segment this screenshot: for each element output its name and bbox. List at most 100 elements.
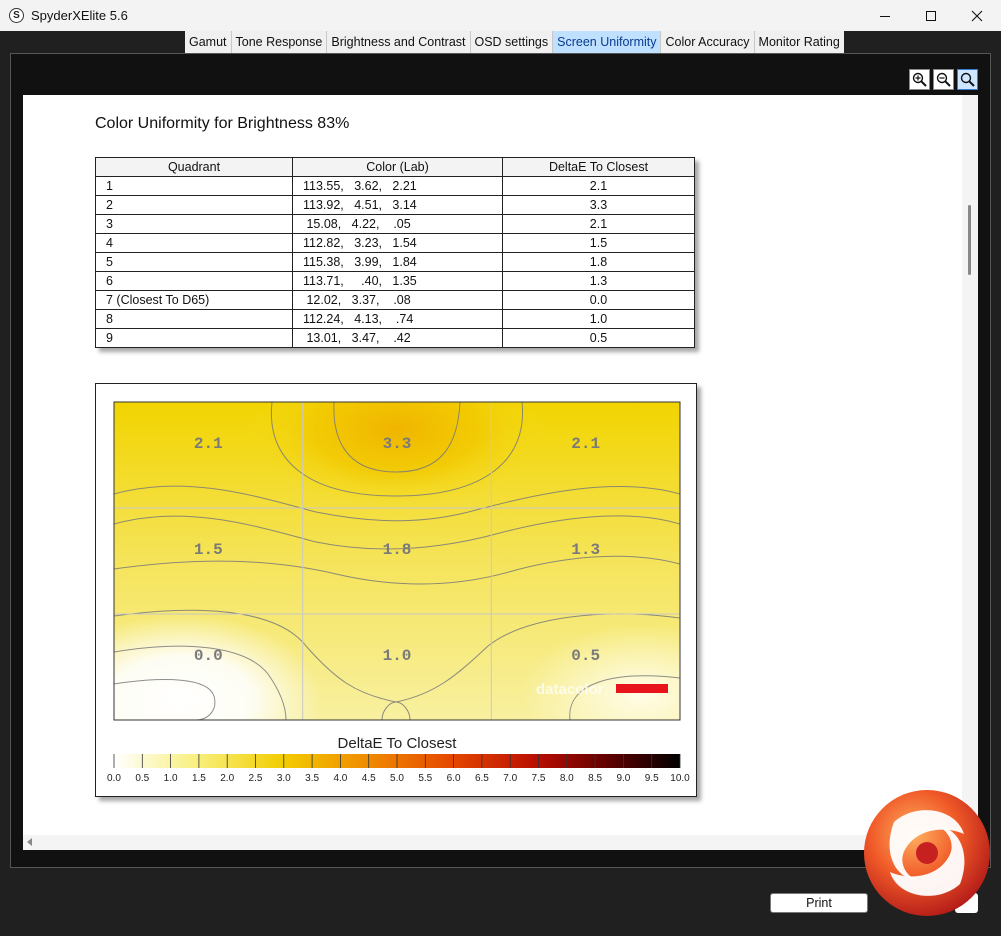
publication-logo bbox=[864, 790, 990, 916]
zoom-out-icon bbox=[936, 72, 951, 87]
table-header-row: Quadrant Color (Lab) DeltaE To Closest bbox=[95, 157, 695, 177]
colorbar-tick-label: 5.0 bbox=[390, 773, 404, 784]
zoom-fit-icon bbox=[960, 72, 975, 87]
quadrant-value-label: 1.0 bbox=[383, 647, 412, 665]
table-row: 6 113.71, .40, 1.35 1.3 bbox=[95, 271, 695, 291]
tab-color-accuracy[interactable]: Color Accuracy bbox=[661, 31, 755, 53]
deltae-cell: 2.1 bbox=[502, 214, 695, 234]
datacolor-watermark: datacolor bbox=[536, 681, 604, 698]
quadrant-value-label: 1.3 bbox=[571, 541, 600, 559]
quadrant-value-label: 1.8 bbox=[383, 541, 412, 559]
tab-osd-settings[interactable]: OSD settings bbox=[470, 31, 554, 53]
color-lab-cell: 115.38, 3.99, 1.84 bbox=[292, 252, 503, 272]
colorbar-tick-label: 1.0 bbox=[164, 773, 178, 784]
tab-gamut[interactable]: Gamut bbox=[185, 31, 232, 53]
close-icon bbox=[971, 10, 983, 21]
app-logo-icon: S bbox=[9, 8, 24, 23]
vertical-scroll-thumb[interactable] bbox=[968, 205, 971, 275]
color-lab-cell: 12.02, 3.37, .08 bbox=[292, 290, 503, 310]
report-tabs: Gamut Tone Response Brightness and Contr… bbox=[185, 31, 844, 53]
quadrant-cell: 9 bbox=[95, 328, 293, 348]
color-lab-cell: 113.55, 3.62, 2.21 bbox=[292, 176, 503, 196]
tab-brightness-contrast[interactable]: Brightness and Contrast bbox=[327, 31, 471, 53]
table-row: 5 115.38, 3.99, 1.84 1.8 bbox=[95, 252, 695, 272]
print-button[interactable]: Print bbox=[770, 893, 868, 913]
zoom-in-icon bbox=[912, 72, 927, 87]
zoom-toolbar bbox=[909, 69, 978, 90]
zoom-in-button[interactable] bbox=[909, 69, 930, 90]
colorbar-tick-label: 5.5 bbox=[418, 773, 432, 784]
zoom-out-button[interactable] bbox=[933, 69, 954, 90]
tab-screen-uniformity[interactable]: Screen Uniformity bbox=[553, 31, 662, 53]
quadrant-value-label: 3.3 bbox=[383, 435, 412, 453]
tab-monitor-rating[interactable]: Monitor Rating bbox=[754, 31, 844, 53]
datacolor-brand-bar bbox=[616, 684, 668, 693]
deltae-cell: 0.0 bbox=[502, 290, 695, 310]
colorbar-tick-label: 7.0 bbox=[503, 773, 517, 784]
close-button[interactable] bbox=[954, 0, 1000, 31]
column-header-deltae: DeltaE To Closest bbox=[502, 157, 695, 177]
deltae-cell: 1.5 bbox=[502, 233, 695, 253]
quadrant-cell: 4 bbox=[95, 233, 293, 253]
quadrant-value-label: 0.0 bbox=[194, 647, 223, 665]
deltae-cell: 1.0 bbox=[502, 309, 695, 329]
color-lab-cell: 13.01, 3.47, .42 bbox=[292, 328, 503, 348]
colorbar-tick-label: 6.5 bbox=[475, 773, 489, 784]
colorbar-tick-label: 0.5 bbox=[135, 773, 149, 784]
quadrant-cell: 2 bbox=[95, 195, 293, 215]
color-lab-cell: 112.82, 3.23, 1.54 bbox=[292, 233, 503, 253]
quadrant-cell: 1 bbox=[95, 176, 293, 196]
quadrant-cell: 7 (Closest To D65) bbox=[95, 290, 293, 310]
table-row: 1 113.55, 3.62, 2.21 2.1 bbox=[95, 176, 695, 196]
deltae-cell: 0.5 bbox=[502, 328, 695, 348]
colorbar-tick-label: 9.0 bbox=[616, 773, 630, 784]
colorbar-tick-label: 8.5 bbox=[588, 773, 602, 784]
colorbar-title: DeltaE To Closest bbox=[338, 735, 458, 752]
quadrant-cell: 6 bbox=[95, 271, 293, 291]
title-bar: S SpyderXElite 5.6 bbox=[0, 0, 1001, 31]
deltae-cell: 1.8 bbox=[502, 252, 695, 272]
tab-tone-response[interactable]: Tone Response bbox=[231, 31, 328, 53]
colorbar-tick-label: 4.5 bbox=[362, 773, 376, 784]
uniformity-table: Quadrant Color (Lab) DeltaE To Closest 1… bbox=[95, 157, 695, 348]
colorbar-tick-label: 8.0 bbox=[560, 773, 574, 784]
color-lab-cell: 112.24, 4.13, .74 bbox=[292, 309, 503, 329]
colorbar-tick-label: 3.5 bbox=[305, 773, 319, 784]
window-title: SpyderXElite 5.6 bbox=[31, 8, 128, 23]
table-row: 4 112.82, 3.23, 1.54 1.5 bbox=[95, 233, 695, 253]
deltae-cell: 2.1 bbox=[502, 176, 695, 196]
quadrant-cell: 8 bbox=[95, 309, 293, 329]
uniformity-heatmap: datacolor 2.1 3.3 2.1 1.5 1.8 1.3 0.0 1.0 0.5 De… bbox=[107, 401, 690, 784]
colorbar-tick-label: 7.5 bbox=[532, 773, 546, 784]
colorbar-tick-label: 2.5 bbox=[249, 773, 263, 784]
table-row: 9 13.01, 3.47, .42 0.5 bbox=[95, 328, 695, 348]
column-header-quadrant: Quadrant bbox=[95, 157, 293, 177]
color-lab-cell: 113.71, .40, 1.35 bbox=[292, 271, 503, 291]
colorbar-tick-label: 6.0 bbox=[447, 773, 461, 784]
quadrant-value-label: 1.5 bbox=[194, 541, 223, 559]
colorbar-tick-label: 3.0 bbox=[277, 773, 291, 784]
maximize-icon bbox=[926, 10, 936, 21]
report-title: Color Uniformity for Brightness 83% bbox=[95, 115, 350, 132]
scroll-left-arrow-icon[interactable] bbox=[27, 838, 32, 846]
quadrant-cell: 3 bbox=[95, 214, 293, 234]
horizontal-scrollbar[interactable] bbox=[23, 835, 978, 850]
colorbar-tick-label: 1.5 bbox=[192, 773, 206, 784]
colorbar-tick-label: 2.0 bbox=[220, 773, 234, 784]
quadrant-value-label: 2.1 bbox=[194, 435, 223, 453]
quadrant-value-label: 0.5 bbox=[571, 647, 600, 665]
quadrant-cell: 5 bbox=[95, 252, 293, 272]
uniformity-chart: datacolor 2.1 3.3 2.1 1.5 1.8 1.3 0.0 1.0 0.5 De… bbox=[95, 383, 697, 797]
table-row: 8 112.24, 4.13, .74 1.0 bbox=[95, 309, 695, 329]
colorbar-tick-label: 4.0 bbox=[333, 773, 347, 784]
table-row: 2 113.92, 4.51, 3.14 3.3 bbox=[95, 195, 695, 215]
zoom-fit-button[interactable] bbox=[957, 69, 978, 90]
vertical-scrollbar[interactable] bbox=[962, 95, 978, 835]
color-lab-cell: 15.08, 4.22, .05 bbox=[292, 214, 503, 234]
report-page: Color Uniformity for Brightness 83% Quad… bbox=[23, 95, 962, 835]
color-lab-cell: 113.92, 4.51, 3.14 bbox=[292, 195, 503, 215]
table-row: 7 (Closest To D65) 12.02, 3.37, .08 0.0 bbox=[95, 290, 695, 310]
quadrant-value-label: 2.1 bbox=[571, 435, 600, 453]
maximize-button[interactable] bbox=[908, 0, 954, 31]
minimize-button[interactable] bbox=[862, 0, 908, 31]
